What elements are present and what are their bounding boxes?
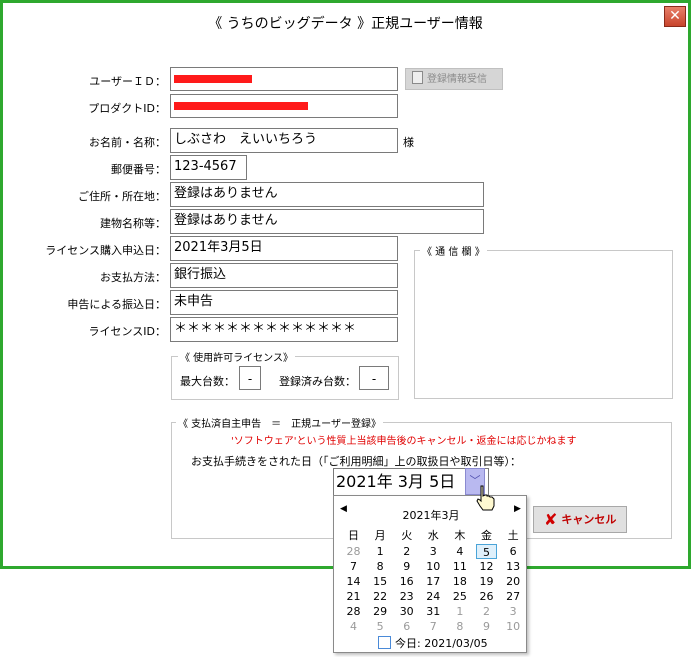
calendar-day[interactable]: 3 — [500, 604, 527, 619]
name-field[interactable]: しぶさわ えいいちろう — [170, 128, 398, 153]
calendar-day[interactable]: 8 — [446, 619, 473, 634]
close-button[interactable]: ✕ — [664, 6, 686, 27]
calendar-month[interactable]: 2021年3月 — [334, 507, 528, 523]
close-icon: ✘ — [544, 510, 558, 529]
next-month-button[interactable]: ▶ — [514, 504, 521, 514]
calendar-popup: ◀ 2021年3月 ▶ 日月火水木金土 28 1 2 3 4 5 6 7 8 9 10 11 12 13 14… — [333, 495, 527, 653]
payment-method-label: お支払方法： — [100, 271, 166, 284]
today-label: 今日: 2021/03/05 — [395, 637, 488, 650]
weekday-header: 木 — [454, 529, 466, 542]
building-label: 建物名称等： — [100, 217, 166, 230]
declaration-group-title: 《 支払済自主申告 ＝ 正規ユーザー登録》 — [176, 415, 383, 430]
hand-cursor-icon — [476, 485, 495, 511]
communication-group — [414, 250, 673, 399]
user-id-label: ユーザーＩＤ： — [89, 75, 166, 88]
today-icon — [378, 636, 391, 649]
calendar-day[interactable]: 2 — [393, 544, 420, 559]
transfer-date-label: 申告による振込日： — [67, 298, 166, 311]
postal-label: 郵便番号： — [111, 163, 166, 176]
calendar-day[interactable]: 5 — [476, 544, 497, 559]
calendar-day[interactable]: 20 — [500, 574, 527, 589]
calendar-day[interactable]: 2 — [473, 604, 500, 619]
address-field[interactable]: 登録はありません — [170, 182, 484, 207]
redaction-mark — [174, 75, 252, 83]
purchase-date-field[interactable]: 2021年3月5日 — [170, 236, 398, 261]
product-id-label: プロダクトID： — [88, 102, 166, 115]
calendar-day[interactable]: 29 — [367, 604, 394, 619]
calendar-day[interactable]: 11 — [446, 559, 473, 574]
registered-count-value: - — [359, 366, 389, 390]
calendar-day[interactable]: 31 — [420, 604, 447, 619]
registered-count-label: 登録済み台数： — [279, 375, 356, 388]
calendar-day[interactable]: 3 — [420, 544, 447, 559]
building-field[interactable]: 登録はありません — [170, 209, 484, 234]
calendar-day[interactable]: 30 — [393, 604, 420, 619]
license-id-label: ライセンスID： — [88, 325, 167, 338]
calendar-day[interactable]: 16 — [393, 574, 420, 589]
purchase-date-label: ライセンス購入申込日： — [45, 244, 166, 257]
calendar-day[interactable]: 21 — [340, 589, 367, 604]
weekday-header: 金 — [481, 529, 492, 542]
redaction-mark — [174, 102, 308, 110]
receive-info-button[interactable]: 登録情報受信 — [405, 68, 503, 90]
calendar-day[interactable]: 7 — [340, 559, 367, 574]
payment-date-prompt: お支払手続きをされた日（「ご利用明細」上の取扱日や取引日等）： — [191, 455, 521, 468]
refund-warning: 'ソフトウェア'という性質上当該申告後のキャンセル・返金には応じかねます — [231, 436, 577, 447]
calendar-day[interactable]: 22 — [367, 589, 394, 604]
weekday-header: 月 — [374, 529, 386, 542]
calendar-day[interactable]: 25 — [446, 589, 473, 604]
weekday-header: 土 — [507, 529, 519, 542]
weekday-header: 火 — [401, 529, 413, 542]
calendar-day[interactable]: 18 — [446, 574, 473, 589]
max-count-label: 最大台数： — [180, 375, 235, 388]
calendar-day[interactable]: 8 — [367, 559, 394, 574]
calendar-day[interactable]: 12 — [473, 559, 500, 574]
calendar-day[interactable]: 1 — [446, 604, 473, 619]
calendar-day[interactable]: 7 — [420, 619, 447, 634]
calendar-day[interactable]: 4 — [340, 619, 367, 634]
document-icon — [412, 71, 423, 84]
cancel-button[interactable]: ✘ キャンセル — [533, 506, 627, 533]
transfer-date-field[interactable]: 未申告 — [170, 290, 398, 315]
calendar-day[interactable]: 28 — [340, 604, 367, 619]
name-label: お名前・名称： — [89, 136, 166, 149]
calendar-day[interactable]: 13 — [500, 559, 527, 574]
weekday-header: 水 — [427, 529, 439, 542]
calendar-day[interactable]: 23 — [393, 589, 420, 604]
calendar-day[interactable]: 4 — [446, 544, 473, 559]
calendar-day[interactable]: 9 — [393, 559, 420, 574]
max-count-value: - — [239, 366, 261, 390]
calendar-day[interactable]: 6 — [393, 619, 420, 634]
calendar-day[interactable]: 26 — [473, 589, 500, 604]
calendar-day[interactable]: 10 — [500, 619, 527, 634]
cancel-label: キャンセル — [561, 513, 617, 526]
calendar-day[interactable]: 5 — [367, 619, 394, 634]
communication-group-title: 《 通 信 欄 》 — [420, 243, 487, 258]
window-title: 《 うちのビッグデータ 》正規ユーザー情報 — [208, 16, 483, 32]
receive-info-label: 登録情報受信 — [427, 74, 487, 85]
calendar-day[interactable]: 19 — [473, 574, 500, 589]
payment-method-field[interactable]: 銀行振込 — [170, 263, 398, 288]
weekday-header: 日 — [348, 529, 359, 542]
calendar-day[interactable]: 1 — [367, 544, 394, 559]
calendar-day[interactable]: 10 — [420, 559, 447, 574]
calendar-day[interactable]: 17 — [420, 574, 447, 589]
address-label: ご住所・所在地： — [78, 190, 166, 203]
honorific-label: 様 — [403, 136, 414, 149]
calendar-day[interactable]: 28 — [340, 544, 367, 559]
calendar-day[interactable]: 14 — [340, 574, 367, 589]
calendar-day[interactable]: 9 — [473, 619, 500, 634]
today-link[interactable]: 今日: 2021/03/05 — [378, 635, 488, 651]
calendar-day[interactable]: 24 — [420, 589, 447, 604]
calendar-day[interactable]: 15 — [367, 574, 394, 589]
license-group-title: 《 使用許可ライセンス》 — [178, 349, 295, 364]
calendar-day[interactable]: 6 — [500, 544, 527, 559]
calendar-day[interactable]: 27 — [500, 589, 527, 604]
postal-field[interactable]: 123-4567 — [170, 155, 247, 180]
license-id-field[interactable]: ＊＊＊＊＊＊＊＊＊＊＊＊＊＊ — [170, 317, 398, 342]
